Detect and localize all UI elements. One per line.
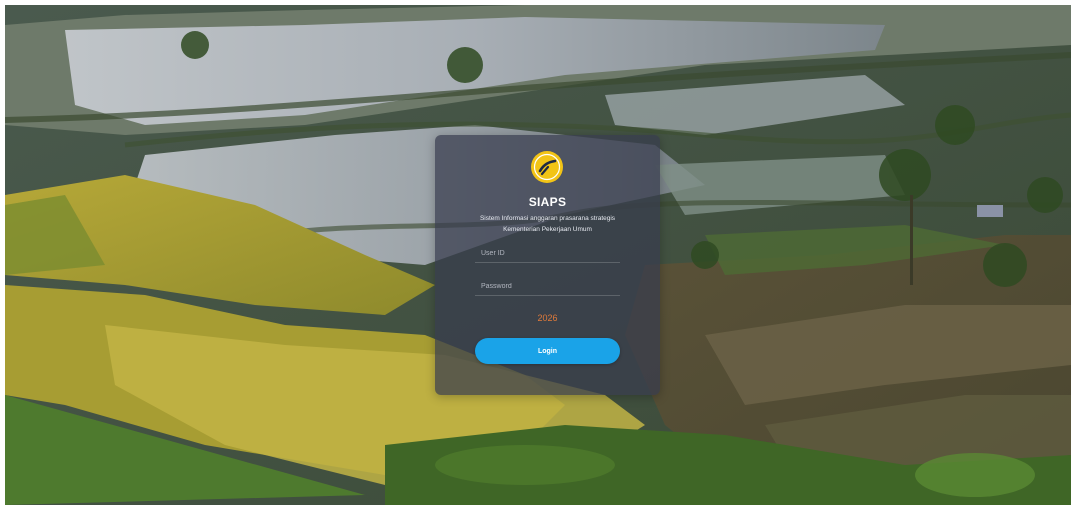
app-title: SIAPS — [528, 195, 567, 209]
pu-logo-icon — [531, 151, 563, 183]
user-id-input[interactable] — [475, 245, 620, 263]
password-input[interactable] — [475, 278, 620, 296]
subtitle-line-1: Sistem Informasi anggaran prasarana stra… — [479, 215, 616, 222]
login-page: SIAPS Sistem Informasi anggaran prasaran… — [5, 5, 1071, 505]
login-button[interactable]: Login — [475, 338, 620, 364]
login-card: SIAPS Sistem Informasi anggaran prasaran… — [435, 135, 660, 395]
app-subtitle: Sistem Informasi anggaran prasarana stra… — [445, 213, 650, 235]
subtitle-line-2: Kementerian Pekerjaan Umum — [503, 226, 592, 233]
year-label: 2026 — [537, 313, 558, 323]
